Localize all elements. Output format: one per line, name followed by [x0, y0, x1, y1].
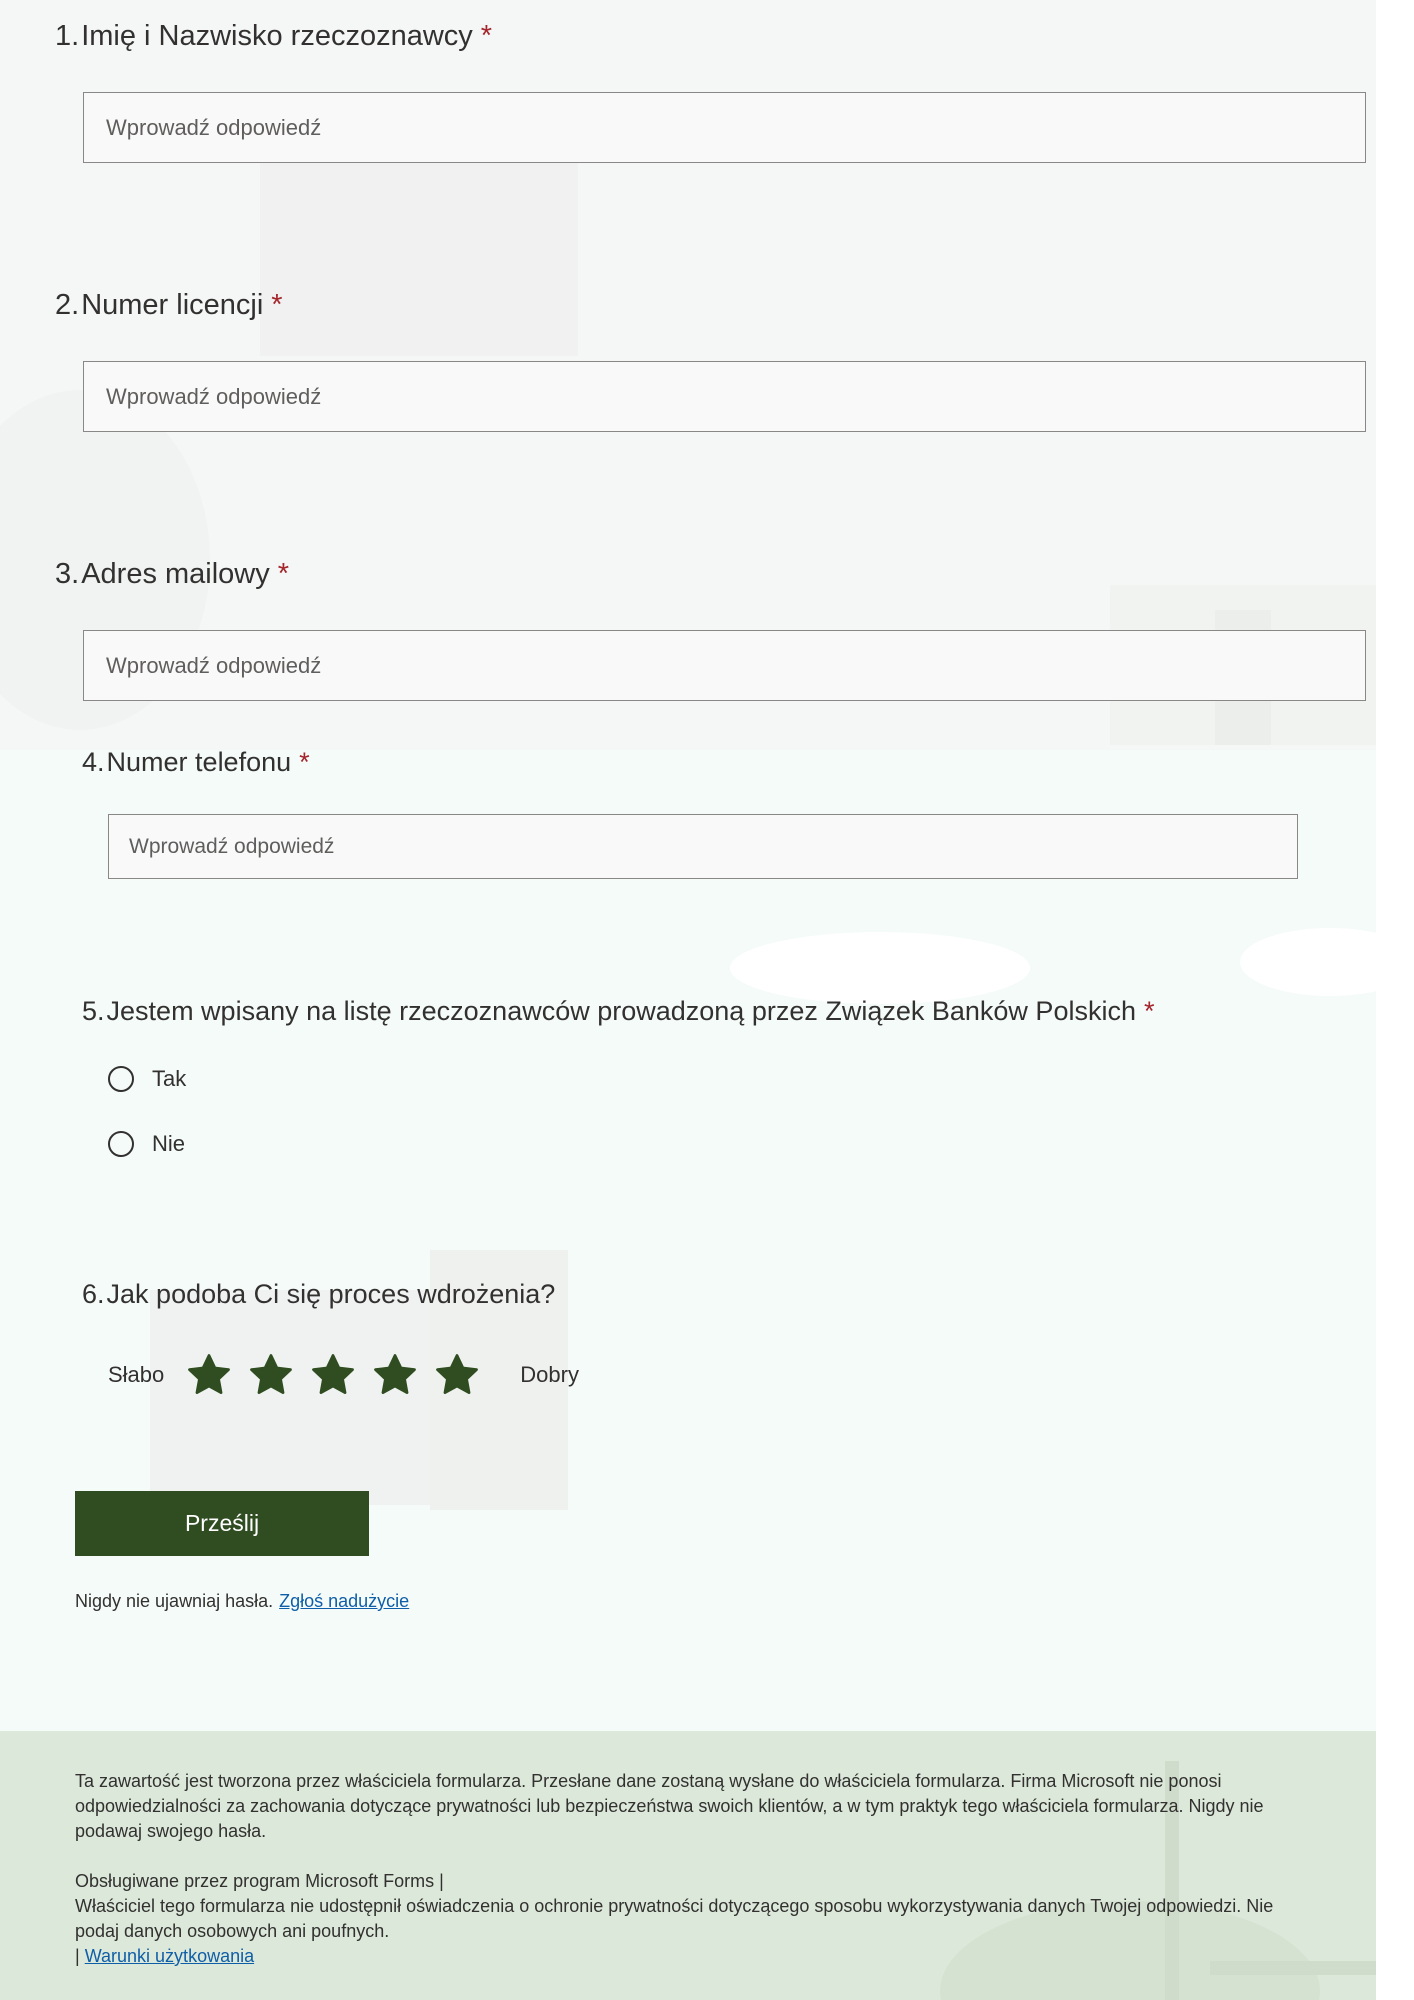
password-note-text: Nigdy nie ujawniaj hasła. — [75, 1591, 274, 1611]
footer-terms: | Warunki użytkowania — [75, 1944, 1315, 1969]
footer: Ta zawartość jest tworzona przez właścic… — [0, 1731, 1376, 2000]
required-marker: * — [480, 20, 493, 52]
star-icon[interactable] — [372, 1352, 418, 1398]
footer-privacy-note: Właściciel tego formularza nie udostępni… — [75, 1896, 1274, 1941]
question-5-number: 5. — [82, 996, 105, 1026]
star-icon[interactable] — [248, 1352, 294, 1398]
question-1-input[interactable] — [83, 92, 1366, 163]
radio-option-nie[interactable]: Nie — [108, 1131, 185, 1157]
question-2-title: 2.Numer licencji * — [55, 289, 283, 322]
question-2-number: 2. — [55, 289, 80, 321]
question-3-number: 3. — [55, 558, 80, 590]
question-1-label: Imię i Nazwisko rzeczoznawcy — [81, 20, 473, 52]
radio-option-tak[interactable]: Tak — [108, 1066, 186, 1092]
footer-disclaimer: Ta zawartość jest tworzona przez właścic… — [75, 1771, 1264, 1841]
footer-text: Ta zawartość jest tworzona przez właścic… — [75, 1769, 1315, 1969]
question-4-number: 4. — [82, 747, 105, 777]
rating-high-label: Dobry — [520, 1362, 579, 1387]
question-4-label: Numer telefonu — [106, 747, 292, 777]
radio-option-label: Tak — [152, 1066, 187, 1091]
terms-of-use-link[interactable]: Warunki użytkowania — [85, 1946, 254, 1966]
required-marker: * — [1143, 996, 1155, 1026]
form-panel: 1.Imię i Nazwisko rzeczoznawcy* 2.Numer … — [0, 0, 1376, 1731]
question-3-title: 3.Adres mailowy * — [55, 558, 289, 591]
question-2-input[interactable] — [83, 361, 1366, 432]
required-marker: * — [271, 289, 283, 321]
radio-button[interactable] — [108, 1131, 134, 1157]
question-4-input[interactable] — [108, 814, 1298, 879]
radio-option-label: Nie — [152, 1131, 186, 1156]
required-marker: * — [299, 747, 310, 777]
footer-terms-prefix: | — [75, 1946, 80, 1966]
footer-powered-by: Obsługiwane przez program Microsoft Form… — [75, 1871, 444, 1891]
question-2-label: Numer licencji — [81, 289, 264, 321]
submit-button[interactable]: Prześlij — [75, 1491, 369, 1556]
star-rating: Słabo Dobry — [108, 1352, 579, 1398]
report-abuse-link[interactable]: Zgłoś nadużycie — [279, 1591, 409, 1611]
star-icon[interactable] — [434, 1352, 480, 1398]
question-5-label: Jestem wpisany na listę rzeczoznawców pr… — [106, 996, 1136, 1026]
question-3-label: Adres mailowy — [81, 558, 270, 590]
question-3-input[interactable] — [83, 630, 1366, 701]
password-note: Nigdy nie ujawniaj hasła. Zgłoś nadużycie — [75, 1591, 409, 1612]
star-icon[interactable] — [310, 1352, 356, 1398]
star-icon[interactable] — [186, 1352, 232, 1398]
question-5-title: 5.Jestem wpisany na listę rzeczoznawców … — [82, 996, 1155, 1027]
question-4-title: 4.Numer telefonu * — [82, 747, 310, 778]
radio-button[interactable] — [108, 1066, 134, 1092]
question-6-label: Jak podoba Ci się proces wdrożenia? — [106, 1279, 556, 1309]
rating-low-label: Słabo — [108, 1362, 165, 1387]
question-1-number: 1. — [55, 20, 80, 52]
rating-stars — [186, 1352, 496, 1398]
required-marker: * — [277, 558, 290, 590]
question-6-title: 6.Jak podoba Ci się proces wdrożenia? — [82, 1279, 555, 1310]
question-6-number: 6. — [82, 1279, 105, 1309]
question-1-title: 1.Imię i Nazwisko rzeczoznawcy * — [55, 20, 492, 53]
